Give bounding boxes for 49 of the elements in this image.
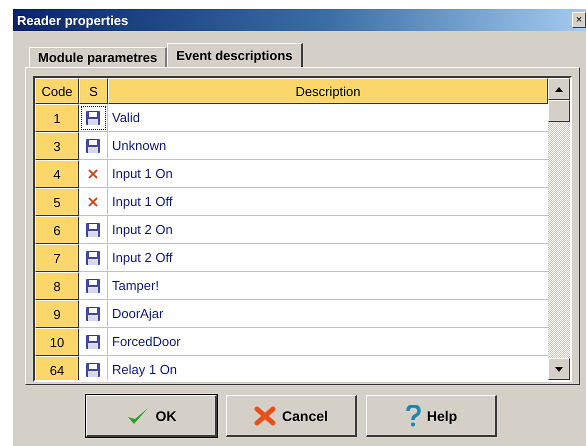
- code-cell: 4: [35, 160, 79, 188]
- status-cell[interactable]: [79, 328, 108, 356]
- column-header: Code: [35, 78, 79, 104]
- dialog-button[interactable]: Help: [366, 395, 497, 437]
- scrollbar[interactable]: [548, 78, 570, 380]
- down-arrow-icon: [555, 366, 563, 372]
- column-header: S: [79, 78, 108, 104]
- checkmark-icon: [126, 406, 150, 426]
- window-title: Reader properties: [17, 12, 128, 28]
- code-cell: 64: [35, 356, 79, 380]
- status-cell[interactable]: [79, 272, 108, 300]
- status-cell[interactable]: [79, 188, 108, 216]
- dialog-button[interactable]: OK: [86, 395, 217, 437]
- scroll-thumb[interactable]: [548, 100, 570, 122]
- status-cell[interactable]: [79, 160, 108, 188]
- status-cell[interactable]: [79, 104, 108, 132]
- code-cell: 8: [35, 272, 79, 300]
- status-cell[interactable]: [79, 244, 108, 272]
- cross-icon: [88, 196, 98, 206]
- code-cell: 3: [35, 132, 79, 160]
- question-mark-icon: [404, 404, 421, 426]
- description-cell: Input 2 On: [108, 216, 548, 244]
- code-cell: 5: [35, 188, 79, 216]
- description-cell: DoorAjar: [108, 300, 548, 328]
- status-cell[interactable]: [79, 300, 108, 328]
- cross-icon: [88, 168, 98, 178]
- description-cell: ForcedDoor: [108, 328, 548, 356]
- up-arrow-icon: [555, 86, 563, 92]
- tab[interactable]: Event descriptions: [167, 43, 303, 67]
- tab[interactable]: Module parametres: [29, 47, 168, 67]
- description-cell: Input 2 Off: [108, 244, 548, 272]
- description-cell: Input 1 Off: [108, 188, 548, 216]
- code-cell: 7: [35, 244, 79, 272]
- description-cell: Input 1 On: [108, 160, 548, 188]
- cross-icon: [254, 406, 276, 426]
- code-cell: 10: [35, 328, 79, 356]
- scroll-down-button[interactable]: [548, 358, 570, 380]
- description-cell: Valid: [108, 104, 548, 132]
- scroll-up-button[interactable]: [548, 78, 570, 100]
- description-cell: Unknown: [108, 132, 548, 160]
- close-button[interactable]: ×: [572, 12, 586, 28]
- code-cell: 9: [35, 300, 79, 328]
- status-cell[interactable]: [79, 132, 108, 160]
- description-cell: Tamper!: [108, 272, 548, 300]
- dialog-button[interactable]: Cancel: [226, 395, 357, 437]
- code-cell: 1: [35, 104, 79, 132]
- status-cell[interactable]: [79, 216, 108, 244]
- code-cell: 6: [35, 216, 79, 244]
- column-header: Description: [108, 78, 548, 104]
